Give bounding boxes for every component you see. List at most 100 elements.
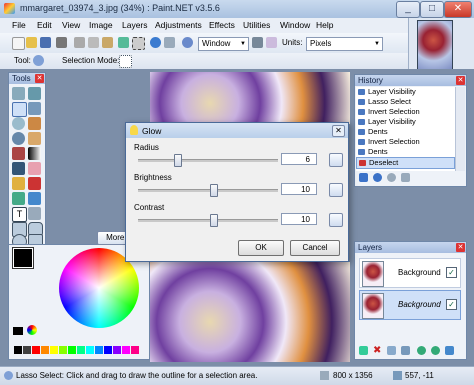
contrast-input[interactable]: 10 <box>281 213 317 225</box>
rewind-icon[interactable] <box>359 173 368 182</box>
copy-icon[interactable] <box>88 37 99 48</box>
open-icon[interactable] <box>26 37 37 48</box>
grid-icon[interactable] <box>252 37 263 48</box>
line-tool-icon[interactable] <box>28 207 41 220</box>
color-picker-icon[interactable] <box>28 192 41 205</box>
eraser-icon[interactable] <box>28 162 41 175</box>
ok-button[interactable]: OK <box>238 240 284 256</box>
radius-slider[interactable] <box>138 159 278 162</box>
ellipse-select-icon[interactable] <box>12 117 25 130</box>
close-icon[interactable]: ✕ <box>332 125 345 137</box>
contrast-reset-icon[interactable] <box>329 213 343 227</box>
history-item[interactable]: Dents <box>356 127 455 137</box>
palette-menu-icon[interactable] <box>27 325 37 335</box>
magic-wand-icon[interactable] <box>28 117 41 130</box>
menu-image[interactable]: Image <box>89 20 113 30</box>
pan-icon[interactable] <box>28 132 41 145</box>
palette-swatch[interactable] <box>32 346 40 354</box>
new-icon[interactable] <box>12 37 25 50</box>
layer-visibility-checkbox[interactable]: ✓ <box>446 267 457 278</box>
image-thumbnail[interactable] <box>417 20 453 70</box>
paintbrush-icon[interactable] <box>12 162 25 175</box>
contrast-slider[interactable] <box>138 219 278 222</box>
cut-icon[interactable] <box>74 37 85 48</box>
close-button[interactable]: ✕ <box>444 1 472 18</box>
move-selected-icon[interactable] <box>28 102 41 115</box>
layer-properties-icon[interactable] <box>445 346 454 355</box>
ruler-icon[interactable] <box>266 37 277 48</box>
palette-swatch[interactable] <box>104 346 112 354</box>
paint-bucket-icon[interactable] <box>12 147 25 160</box>
menu-help[interactable]: Help <box>316 20 333 30</box>
pencil-icon[interactable] <box>12 177 25 190</box>
black-swatch[interactable] <box>13 327 23 335</box>
undo-icon[interactable] <box>150 37 161 48</box>
palette-swatch[interactable] <box>68 346 76 354</box>
menu-file[interactable]: File <box>12 20 26 30</box>
brightness-reset-icon[interactable] <box>329 183 343 197</box>
radius-reset-icon[interactable] <box>329 153 343 167</box>
palette-swatch[interactable] <box>95 346 103 354</box>
layer-row-selected[interactable]: Background ✓ <box>359 290 461 320</box>
layer-row[interactable]: Background ✓ <box>359 258 461 288</box>
minimize-button[interactable]: _ <box>396 1 420 18</box>
paste-icon[interactable] <box>102 37 113 48</box>
selection-mode-icon[interactable] <box>119 55 132 68</box>
brightness-slider[interactable] <box>138 189 278 192</box>
palette-swatch[interactable] <box>41 346 49 354</box>
menu-edit[interactable]: Edit <box>37 20 52 30</box>
recolor-icon[interactable] <box>12 192 25 205</box>
menu-effects[interactable]: Effects <box>209 20 235 30</box>
units-select[interactable]: Pixels ▼ <box>306 37 383 51</box>
menu-view[interactable]: View <box>62 20 80 30</box>
primary-color-swatch[interactable] <box>12 247 34 269</box>
history-item[interactable]: Lasso Select <box>356 97 455 107</box>
menu-adjustments[interactable]: Adjustments <box>155 20 202 30</box>
fast-forward-icon[interactable] <box>401 173 410 182</box>
menu-window[interactable]: Window <box>280 20 310 30</box>
save-icon[interactable] <box>40 37 51 48</box>
lasso-tool-icon[interactable] <box>33 55 44 66</box>
history-item[interactable]: Invert Selection <box>356 137 455 147</box>
contrast-slider-thumb[interactable] <box>210 214 218 227</box>
close-icon[interactable]: ✕ <box>456 76 465 85</box>
history-item[interactable]: Layer Visibility <box>356 117 455 127</box>
palette-swatch[interactable] <box>122 346 130 354</box>
clone-stamp-icon[interactable] <box>28 177 41 190</box>
palette-swatch[interactable] <box>14 346 22 354</box>
close-icon[interactable]: ✕ <box>456 243 465 252</box>
history-item[interactable]: Dents <box>356 147 455 157</box>
print-icon[interactable] <box>56 37 67 48</box>
move-selection-icon[interactable] <box>28 87 41 100</box>
text-tool-icon[interactable]: T <box>12 207 27 222</box>
radius-input[interactable]: 6 <box>281 153 317 165</box>
maximize-button[interactable]: □ <box>420 1 444 18</box>
palette-swatch[interactable] <box>59 346 67 354</box>
canvas-image-top[interactable] <box>150 72 350 124</box>
brightness-input[interactable]: 10 <box>281 183 317 195</box>
radius-slider-thumb[interactable] <box>174 154 182 167</box>
deselect-icon[interactable] <box>132 37 145 50</box>
crop-icon[interactable] <box>118 37 129 48</box>
duplicate-layer-icon[interactable] <box>387 346 396 355</box>
history-item[interactable]: Layer Visibility <box>356 87 455 97</box>
zoom-select[interactable]: Window ▼ <box>198 37 249 51</box>
layer-visibility-checkbox[interactable]: ✓ <box>446 299 457 310</box>
rectangle-select-icon[interactable] <box>12 87 25 100</box>
merge-layer-icon[interactable] <box>401 346 410 355</box>
add-layer-icon[interactable] <box>359 346 368 355</box>
menu-layers[interactable]: Layers <box>122 20 148 30</box>
history-scrollbar[interactable] <box>455 87 465 171</box>
move-layer-down-icon[interactable] <box>431 346 440 355</box>
lasso-select-icon[interactable] <box>12 102 27 117</box>
palette-swatch[interactable] <box>23 346 31 354</box>
history-item-selected[interactable]: Deselect <box>356 157 455 169</box>
move-layer-up-icon[interactable] <box>417 346 426 355</box>
menu-utilities[interactable]: Utilities <box>243 20 270 30</box>
palette-swatch[interactable] <box>131 346 139 354</box>
close-icon[interactable]: ✕ <box>35 74 44 83</box>
canvas-image-bottom[interactable] <box>150 262 350 362</box>
redo-icon[interactable] <box>164 37 175 48</box>
undo-icon[interactable] <box>373 173 382 182</box>
palette-swatch[interactable] <box>113 346 121 354</box>
